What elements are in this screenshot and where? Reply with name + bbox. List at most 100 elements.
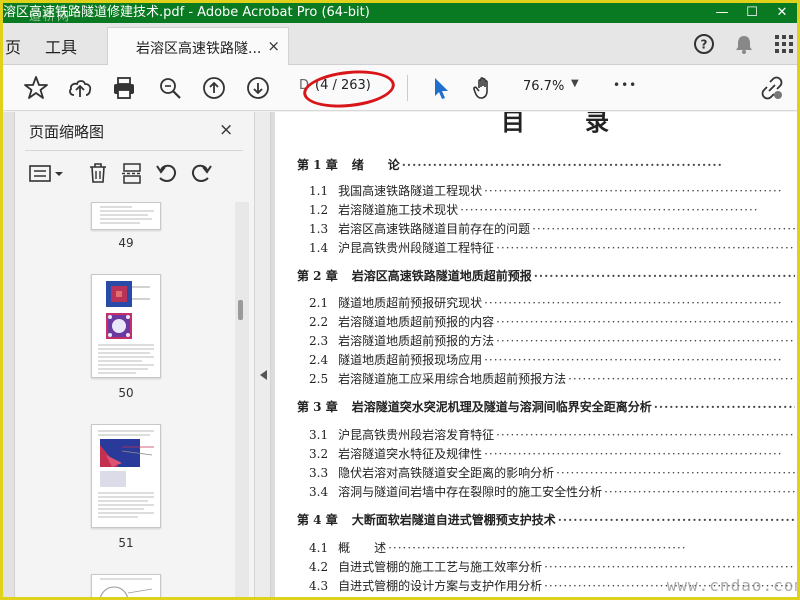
- menu-home-partial[interactable]: 页: [5, 34, 21, 58]
- page-thumbnail-50[interactable]: [91, 274, 161, 378]
- share-link-icon[interactable]: [759, 75, 785, 101]
- rotate-left-icon[interactable]: [155, 162, 179, 184]
- bell-icon[interactable]: [733, 33, 755, 55]
- toc-section-entry[interactable]: 3.4 溶洞与隧道间岩墙中存在裂隙时的施工安全性分析 ···············…: [309, 483, 795, 500]
- toc-entry-title: 概 述: [338, 541, 387, 555]
- svg-text:?: ?: [701, 38, 708, 52]
- previous-page-icon[interactable]: [201, 75, 227, 101]
- toc-entry-number: 2.5: [309, 372, 329, 386]
- page-thumbnails-pane: 页面缩略图 × 49 50 51: [3, 112, 255, 597]
- extract-page-icon[interactable]: [121, 162, 143, 184]
- delete-page-icon[interactable]: [87, 162, 109, 184]
- toc-entry-title: 岩溶隧道地质超前预报的方法: [338, 334, 495, 348]
- annotation-red-ellipse: [301, 66, 397, 112]
- zoom-search-icon[interactable]: [157, 75, 183, 101]
- close-window-button[interactable]: ✕: [767, 3, 797, 23]
- toc-section-entry[interactable]: 4.2 自进式管棚的施工工艺与施工效率分析 ····················…: [309, 558, 795, 575]
- toc-entry-number: 第 1 章: [297, 158, 338, 172]
- document-viewport[interactable]: 目录 第 1 章绪 论 ·····························…: [271, 112, 797, 597]
- cloud-upload-icon[interactable]: [67, 75, 93, 101]
- toc-section-entry[interactable]: 1.2 岩溶隧道施工技术现状 ···························…: [309, 201, 795, 218]
- help-icon[interactable]: ?: [693, 33, 715, 55]
- app-window: 溶区高速铁路隧道修建技术.pdf - Adobe Acrobat Pro (64…: [0, 0, 800, 600]
- toc-leader-dots: ········································…: [484, 296, 783, 310]
- thumbnail-scrollbar[interactable]: [235, 202, 249, 597]
- page-preview-image: [100, 206, 154, 224]
- pane-splitter[interactable]: [255, 112, 271, 597]
- zoom-level[interactable]: 76.7%: [523, 79, 564, 94]
- toc-entry-title: 我国高速铁路隧道工程现状: [338, 184, 483, 198]
- page-preview-image: [98, 430, 154, 518]
- toc-chapter-entry[interactable]: 第 3 章岩溶隧道突水突泥机理及隧道与溶洞间临界安全距离分析 ··········…: [297, 398, 795, 415]
- minimize-button[interactable]: —: [707, 3, 737, 23]
- toc-leader-dots: ········································…: [496, 334, 795, 348]
- apps-grid-icon[interactable]: [773, 33, 795, 55]
- scrollbar-thumb[interactable]: [238, 300, 243, 320]
- toc-entry-title: 沪昆高铁贵州段隧道工程特征: [338, 241, 495, 255]
- toc-leader-dots: ········································…: [496, 428, 795, 442]
- next-page-icon[interactable]: [245, 75, 271, 101]
- toc-entry-title: 自进式管棚对预制的岩溶管预控制效果分析: [338, 596, 566, 597]
- toc-section-entry[interactable]: 1.3 岩溶区高速铁路隧道目前存在的问题 ·····················…: [309, 220, 795, 237]
- rotate-right-icon[interactable]: [189, 162, 213, 184]
- site-watermark: www.cndao.com: [666, 576, 797, 595]
- toc-leader-dots: ········································…: [388, 541, 687, 555]
- bookmark-star-icon[interactable]: [23, 75, 49, 101]
- window-controls: — ☐ ✕: [707, 3, 797, 23]
- pane-close-button[interactable]: ×: [219, 120, 233, 140]
- page-thumbnail-52[interactable]: [91, 574, 161, 597]
- maximize-button[interactable]: ☐: [737, 3, 767, 23]
- page-thumbnail-51[interactable]: [91, 424, 161, 528]
- toc-entry-title: 岩溶隧道突水特征及规律性: [338, 447, 483, 461]
- page-thumbnail-49[interactable]: [91, 202, 161, 230]
- toc-leader-dots: ········································…: [568, 372, 795, 386]
- toc-leader-dots: ········································…: [533, 269, 795, 283]
- toc-section-entry[interactable]: 1.4 沪昆高铁贵州段隧道工程特征 ························…: [309, 239, 795, 256]
- toc-entry-title: 自进式管棚的设计方案与支护作用分析: [338, 579, 543, 593]
- toc-chapter-entry[interactable]: 第 4 章大断面软岩隧道自进式管棚预支护技术 ··················…: [297, 511, 795, 528]
- print-icon[interactable]: [111, 75, 137, 101]
- toc-entry-title: 隐伏岩溶对高铁隧道安全距离的影响分析: [338, 466, 555, 480]
- toc-entry-number: 3.4: [309, 485, 329, 499]
- thumbnail-list: 49 50 51: [25, 202, 251, 597]
- toc-entry-number: 3.1: [309, 428, 329, 442]
- collapse-pane-icon[interactable]: [260, 370, 268, 380]
- toc-entry-number: 1.2: [309, 203, 329, 217]
- toc-entry-title: 岩溶区高速铁路隧道目前存在的问题: [338, 222, 531, 236]
- zoom-dropdown-icon[interactable]: ▼: [571, 78, 579, 89]
- hand-tool-icon[interactable]: [471, 75, 497, 101]
- toc-section-entry[interactable]: 2.5 岩溶隧道施工应采用综合地质超前预报方法 ··················…: [309, 370, 795, 387]
- toc-section-entry[interactable]: 4.1 概 述 ··································…: [309, 539, 795, 556]
- menu-tools[interactable]: 工具: [45, 34, 77, 58]
- thumbnail-label: 51: [118, 536, 134, 550]
- toc-chapter-entry[interactable]: 第 1 章绪 论 ································…: [297, 156, 795, 173]
- more-tools-button[interactable]: •••: [613, 78, 637, 92]
- thumbnail-label: 50: [118, 386, 134, 400]
- toc-section-entry[interactable]: 4.4自进式管棚对预制的岩溶管预控制效果分析··················…: [309, 596, 795, 597]
- thumbnail-options-icon[interactable]: [29, 164, 65, 184]
- toc-section-entry[interactable]: 3.3 隐伏岩溶对高铁隧道安全距离的影响分析 ···················…: [309, 464, 795, 481]
- toc-leader-dots: ········································…: [401, 158, 723, 172]
- toc-entry-title: 自进式管棚的施工工艺与施工效率分析: [338, 560, 543, 574]
- title-bar: 溶区高速铁路隧道修建技术.pdf - Adobe Acrobat Pro (64…: [3, 3, 797, 23]
- tab-close-button[interactable]: ×: [267, 37, 280, 55]
- toc-entry-number: 第 2 章: [297, 269, 338, 283]
- toc-section-entry[interactable]: 1.1 我国高速铁路隧道工程现状 ·························…: [309, 182, 795, 199]
- pane-divider: [25, 150, 243, 151]
- toc-section-entry[interactable]: 3.1 沪昆高铁贵州段岩溶发育特征 ························…: [309, 426, 795, 443]
- toc-heading: 目录: [501, 112, 669, 136]
- toc-section-entry[interactable]: 2.2 岩溶隧道地质超前预报的内容 ························…: [309, 313, 795, 330]
- toc-entry-number: 1.4: [309, 241, 329, 255]
- toc-section-entry[interactable]: 3.2 岩溶隧道突水特征及规律性 ·························…: [309, 445, 795, 462]
- document-tab[interactable]: 岩溶区高速铁路隧... ×: [107, 27, 289, 65]
- toc-entry-number: 2.3: [309, 334, 329, 348]
- thumbnail-label: 49: [118, 236, 134, 250]
- toc-leader-dots: ········································…: [484, 447, 783, 461]
- toc-leader-dots: ········································…: [532, 222, 795, 236]
- select-cursor-icon[interactable]: [427, 75, 453, 101]
- toc-entry-title: 沪昆高铁贵州段岩溶发育特征: [338, 428, 495, 442]
- toc-chapter-entry[interactable]: 第 2 章岩溶区高速铁路隧道地质超前预报 ····················…: [297, 267, 795, 284]
- toc-section-entry[interactable]: 2.4 隧道地质超前预报现场应用 ·························…: [309, 351, 795, 368]
- toc-section-entry[interactable]: 2.1 隧道地质超前预报研究现状 ·························…: [309, 294, 795, 311]
- toc-section-entry[interactable]: 2.3 岩溶隧道地质超前预报的方法 ························…: [309, 332, 795, 349]
